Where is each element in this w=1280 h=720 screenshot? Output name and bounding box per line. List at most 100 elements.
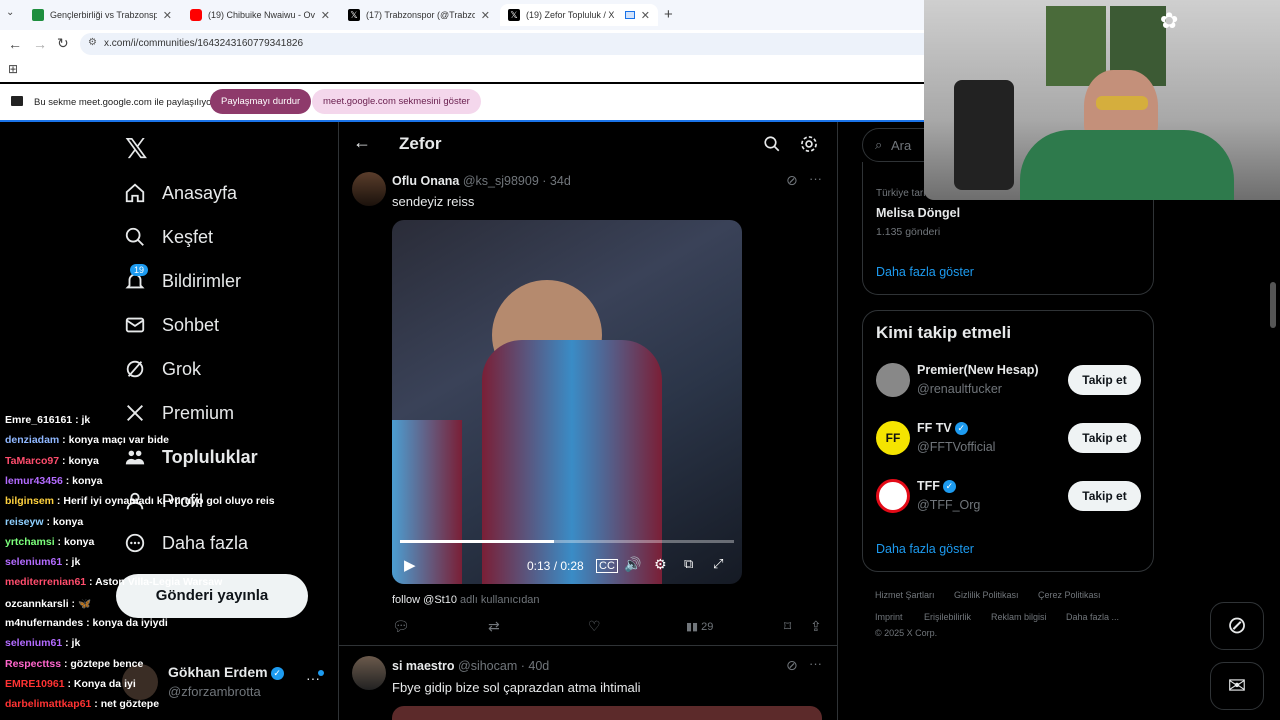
search-input[interactable]: Ara <box>891 138 911 153</box>
tab-list-icon[interactable]: ⌄ <box>6 7 14 18</box>
mail-icon <box>125 317 145 333</box>
chat-message: selenium61 : jk <box>5 556 80 568</box>
chat-text: konya da iyiydi <box>92 617 168 629</box>
repost-icon[interactable]: ⇄ <box>488 618 500 635</box>
browser-tab-2[interactable]: (19) Chibuike Nwaiwu - Overpo ✕ <box>182 4 338 26</box>
nav-item-home[interactable]: Anasayfa <box>124 182 237 204</box>
chat-separator: : <box>62 474 73 487</box>
author-handle[interactable]: @sihocam <box>458 659 517 673</box>
bookmark-icon[interactable]: ⌑ <box>784 618 791 635</box>
communities-icon <box>125 450 145 465</box>
browser-tab-1[interactable]: Gençlerbirliği vs Trabzonspor - F ✕ <box>24 4 180 26</box>
pip-icon[interactable]: ⧉ <box>684 556 693 572</box>
footer-link[interactable]: Daha fazla ... <box>1066 612 1119 622</box>
close-tab-icon[interactable]: ✕ <box>481 9 490 22</box>
attribution-user[interactable]: follow @St10 <box>392 594 457 606</box>
browser-tab-3[interactable]: 𝕏 (17) Trabzonspor (@Trabzonspo ✕ <box>340 4 498 26</box>
nav-item-explore[interactable]: Keşfet <box>124 226 213 248</box>
show-meet-tab-button[interactable]: meet.google.com sekmesini göster <box>312 89 481 114</box>
avatar[interactable] <box>352 172 386 206</box>
glasses <box>1096 96 1148 110</box>
post[interactable]: Oflu Onana @ks_sj98909 · 34d ⊘ ··· sende… <box>339 166 837 646</box>
nav-item-grok[interactable]: Grok <box>124 358 201 380</box>
gear-icon[interactable] <box>799 134 819 154</box>
footer-link[interactable]: Imprint <box>875 612 903 622</box>
post-time[interactable]: · 34d <box>542 174 571 188</box>
reload-icon[interactable]: ↻ <box>57 35 69 52</box>
grok-icon[interactable]: ⊘ <box>786 657 798 674</box>
trend-title[interactable]: Melisa Döngel <box>876 206 960 220</box>
fullscreen-icon[interactable]: ⤢ <box>713 556 723 572</box>
author-handle[interactable]: @ks_sj98909 <box>463 174 539 188</box>
follow-suggestion[interactable]: Premier(New Hesap) @renaultfucker Takip … <box>863 361 1153 405</box>
reply-icon[interactable]: 💬︎ <box>392 618 410 635</box>
home-icon <box>125 183 145 203</box>
footer-link[interactable]: Gizlilik Politikası <box>954 590 1019 600</box>
views-count: 29 <box>701 621 714 633</box>
volume-icon[interactable]: 🔊 <box>624 556 641 573</box>
back-icon[interactable]: ← <box>8 36 22 52</box>
footer-link[interactable]: Erişilebilirlik <box>924 612 971 622</box>
scrollbar-thumb[interactable] <box>1270 282 1276 328</box>
post-media[interactable] <box>392 706 822 720</box>
apps-grid-icon[interactable]: ⊞ <box>8 62 18 76</box>
share-status-text: Bu sekme meet.google.com ile paylaşılıyo… <box>34 97 215 108</box>
close-tab-icon[interactable]: ✕ <box>321 9 330 22</box>
share-icon[interactable]: ⇪ <box>810 618 822 635</box>
post-more-icon[interactable]: ··· <box>809 656 822 671</box>
x-favicon-icon: 𝕏 <box>348 9 360 21</box>
author-name[interactable]: Oflu Onana <box>392 174 459 188</box>
wall-frame <box>1046 6 1106 86</box>
follow-button[interactable]: Takip et <box>1068 481 1141 511</box>
post-text: sendeyiz reiss <box>392 194 475 209</box>
search-icon[interactable] <box>763 135 781 153</box>
nav-item-more[interactable]: Daha fazla <box>124 532 248 554</box>
stop-sharing-button[interactable]: Paylaşmayı durdur <box>210 89 312 114</box>
follow-suggestion[interactable]: TFF ✓ @TFF_Org Takip et <box>863 477 1153 521</box>
community-header: ← Zefor <box>339 122 837 166</box>
browser-tab-4-active[interactable]: 𝕏 (19) Zefor Topluluk / X ✕ <box>500 4 658 26</box>
avatar[interactable] <box>352 656 386 690</box>
grok-fab-icon[interactable]: ⊘ <box>1210 602 1264 650</box>
close-tab-icon[interactable]: ✕ <box>163 9 172 22</box>
footer-link[interactable]: Hizmet Şartları <box>875 590 935 600</box>
author-name[interactable]: si maestro <box>392 659 455 673</box>
nav-item-communities[interactable]: Topluluklar <box>124 446 258 468</box>
nav-label: Bildirimler <box>162 270 242 291</box>
captions-icon[interactable]: CC <box>596 559 618 573</box>
chat-message: TaMarco97 : konya <box>5 455 99 467</box>
follow-button[interactable]: Takip et <box>1068 365 1141 395</box>
post[interactable]: si maestro @sihocam · 40d ⊘ ··· Fbye gid… <box>339 648 837 720</box>
close-tab-icon[interactable]: ✕ <box>641 9 650 22</box>
show-more-link[interactable]: Daha fazla göster <box>876 542 974 556</box>
play-icon[interactable]: ▶ <box>404 556 416 574</box>
follow-suggestion[interactable]: FF FF TV ✓ @FFTVofficial Takip et <box>863 419 1153 463</box>
x-logo-icon[interactable]: 𝕏 <box>125 132 148 165</box>
post-time[interactable]: · 40d <box>521 659 550 673</box>
footer-link[interactable]: Çerez Politikası <box>1038 590 1101 600</box>
show-more-link[interactable]: Daha fazla göster <box>876 265 974 279</box>
footer-link[interactable]: Reklam bilgisi <box>991 612 1047 622</box>
forward-icon[interactable]: → <box>33 36 47 52</box>
back-arrow-icon[interactable]: ← <box>353 132 371 153</box>
nav-item-notifications[interactable]: Bildirimler 19 <box>124 264 242 292</box>
like-icon[interactable]: ♡ <box>588 618 601 635</box>
post-more-icon[interactable]: ··· <box>809 171 822 186</box>
views-stat[interactable]: ▮▮ 29 <box>686 620 713 633</box>
chat-text: Aston Villa-Legia Warsaw <box>95 576 223 589</box>
grok-icon[interactable]: ⊘ <box>786 172 798 189</box>
nav-item-premium[interactable]: Premium <box>124 402 234 424</box>
site-info-icon[interactable]: ⚙ <box>88 37 97 48</box>
messages-fab-icon[interactable]: ✉ <box>1210 662 1264 710</box>
new-tab-icon[interactable]: + <box>664 6 673 23</box>
url-bar[interactable]: ⚙ x.com/i/communities/164324316077934182… <box>80 33 940 55</box>
chat-text: göztepe bence <box>70 657 144 670</box>
nav-label: Topluluklar <box>162 446 258 467</box>
video-progress-track[interactable] <box>400 540 734 543</box>
nav-item-chat[interactable]: Sohbet <box>124 314 219 336</box>
chat-username: denziadam <box>5 434 60 447</box>
settings-icon[interactable]: ⚙ <box>654 556 667 573</box>
video-player[interactable]: ▶ 0:13 / 0:28 CC 🔊 ⚙ ⧉ ⤢ <box>392 220 742 584</box>
post-text: Fbye gidip bize sol çaprazdan atma ihtim… <box>392 680 641 695</box>
follow-button[interactable]: Takip et <box>1068 423 1141 453</box>
